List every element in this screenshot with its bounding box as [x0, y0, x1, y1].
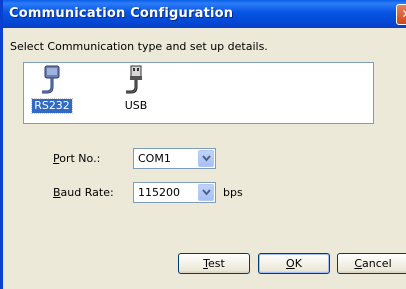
serial-port-icon [42, 65, 60, 94]
dialog-window: Communication Configuration ✕ Select Com… [0, 0, 406, 289]
port-value: COM1 [138, 152, 171, 165]
cancel-button[interactable]: Cancel [337, 253, 406, 274]
instruction-text: Select Communication type and set up det… [10, 40, 268, 53]
baud-unit: bps [223, 186, 243, 199]
window-title: Communication Configuration [9, 6, 234, 21]
comm-type-usb[interactable]: USB [116, 65, 156, 121]
baud-label: Baud Rate: [53, 186, 114, 199]
comm-type-rs232[interactable]: RS232 [31, 65, 73, 121]
title-bar[interactable]: Communication Configuration ✕ [3, 0, 406, 28]
close-icon: ✕ [401, 7, 406, 21]
port-dropdown-button[interactable] [198, 150, 214, 167]
chevron-down-icon [202, 189, 211, 196]
chevron-down-icon [202, 155, 211, 162]
baud-value: 115200 [138, 186, 180, 199]
baud-select[interactable]: 115200 [133, 182, 216, 203]
port-label: Port No.: [53, 152, 101, 165]
test-button[interactable]: Test [178, 253, 250, 274]
comm-type-label: USB [124, 99, 148, 112]
comm-type-label: RS232 [31, 98, 73, 114]
port-select[interactable]: COM1 [133, 148, 216, 169]
close-button[interactable]: ✕ [396, 4, 406, 25]
communication-type-list: RS232 USB [23, 62, 374, 124]
baud-dropdown-button[interactable] [198, 184, 214, 201]
usb-plug-icon [126, 65, 142, 94]
ok-button[interactable]: OK [258, 253, 330, 274]
